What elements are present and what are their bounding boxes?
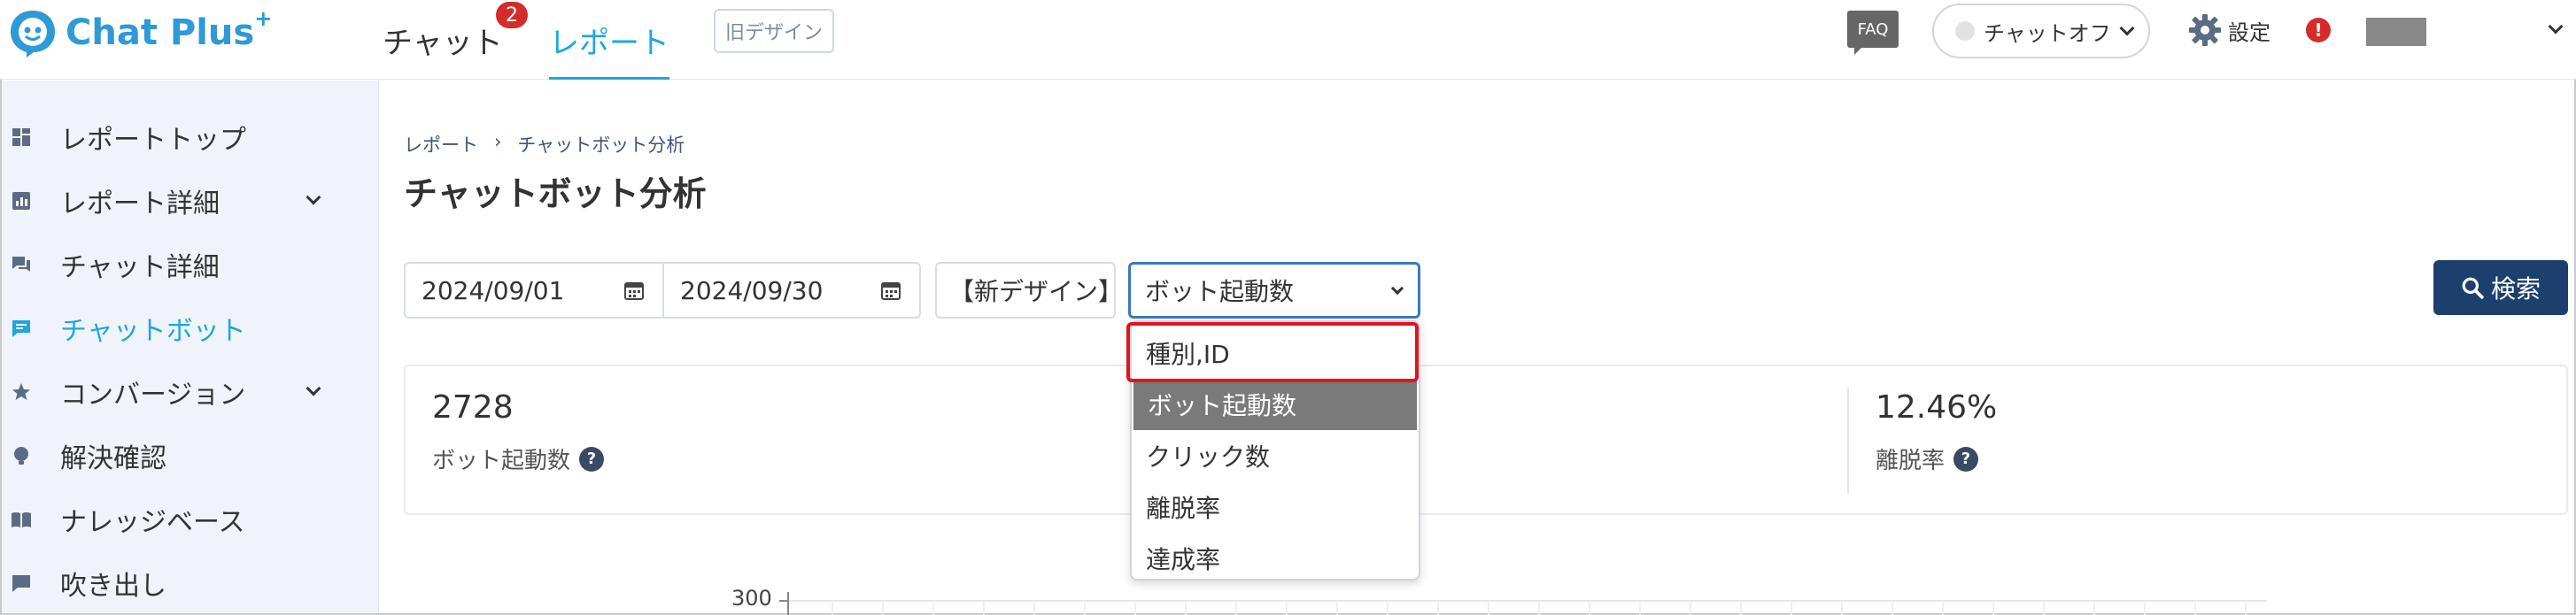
tab-chat[interactable]: チャット — [383, 0, 503, 80]
chat-bubbles-icon — [12, 257, 30, 272]
calendar-icon — [881, 282, 901, 300]
breadcrumb: レポート › チャットボット分析 — [404, 131, 685, 158]
date-to-input[interactable]: 2024/09/30 — [662, 264, 919, 317]
breadcrumb-link-report[interactable]: レポート — [404, 131, 478, 158]
stats-card: 2728 ボット起動数 ? 12.46% 離脱率 ? — [404, 365, 2568, 515]
sidebar-item-label: 吹き出し — [60, 571, 166, 602]
sidebar-item-label: レポート詳細 — [60, 188, 220, 219]
dashboard-icon — [12, 128, 30, 146]
breadcrumb-current: チャットボット分析 — [517, 135, 685, 156]
sidebar-item-report-detail[interactable]: レポート詳細 — [2, 169, 379, 233]
selection-highlight-box — [1126, 322, 1419, 382]
settings-label: 設定 — [2228, 19, 2270, 45]
logo-plus: + — [254, 6, 273, 31]
active-tab-underline — [549, 77, 669, 80]
sidebar-item-speech-bubble[interactable]: 吹き出し — [2, 551, 379, 615]
chevron-down-icon — [1390, 281, 1404, 296]
chatbot-icon — [12, 320, 30, 337]
search-button-label: 検索 — [2490, 274, 2541, 304]
help-icon[interactable]: ? — [1953, 446, 1979, 472]
app-logo[interactable]: Chat Plus + — [7, 6, 273, 58]
alert-icon[interactable]: ! — [2306, 18, 2331, 42]
page-title: チャットボット分析 — [404, 174, 707, 213]
stat-bot-launches-label: ボット起動数 ? — [432, 442, 605, 475]
top-header: Chat Plus + チャット 2 レポート 旧デザイン FAQ チャットオフ — [0, 0, 2576, 80]
chat-notification-badge: 2 — [496, 2, 528, 28]
chatplus-logo-icon — [11, 11, 55, 58]
chat-status-label: チャットオフ — [1984, 20, 2111, 46]
metric-select[interactable]: ボット起動数 — [1128, 262, 1420, 319]
help-icon[interactable]: ? — [579, 446, 605, 472]
star-icon — [12, 383, 30, 400]
sidebar-item-label: 解決確認 — [60, 443, 166, 474]
stat-bot-launches-value: 2728 — [432, 389, 514, 426]
old-design-button[interactable]: 旧デザイン — [714, 9, 834, 53]
logo-text: Chat Plus — [66, 12, 255, 53]
sidebar-item-report-top[interactable]: レポートトップ — [2, 105, 379, 169]
dropdown-option-completion-rate[interactable]: 達成率 — [1132, 533, 1419, 584]
bar-chart-icon — [12, 192, 30, 210]
chevron-down-icon — [306, 381, 321, 396]
sidebar: レポートトップ レポート詳細 チャット詳細 チャットボット コンバージョン 解決… — [2, 81, 379, 613]
stat-exit-rate-label: 離脱率 ? — [1876, 442, 1979, 475]
metric-select-value: ボット起動数 — [1145, 277, 1295, 306]
chat-status-toggle[interactable]: チャットオフ — [1932, 4, 2150, 58]
sidebar-item-label: チャットボット — [60, 316, 246, 347]
dropdown-option-bot-launches[interactable]: ボット起動数 — [1133, 379, 1417, 430]
stat-label-text: 離脱率 — [1876, 448, 1946, 474]
sidebar-item-label: コンバージョン — [60, 380, 246, 411]
gear-icon — [2189, 14, 2221, 46]
dropdown-option-click-count[interactable]: クリック数 — [1132, 430, 1419, 481]
stat-label-text: ボット起動数 — [432, 448, 571, 474]
date-range-picker: 2024/09/01 2024/09/30 — [404, 262, 921, 319]
calendar-icon — [624, 282, 644, 300]
speech-bubble-icon — [12, 575, 30, 592]
search-button[interactable]: 検索 — [2433, 260, 2568, 315]
settings-button[interactable]: 設定 — [2187, 12, 2270, 48]
stat-divider — [1847, 388, 1849, 494]
user-menu-chevron-icon[interactable] — [2548, 19, 2564, 35]
tab-report-label: レポート — [549, 25, 669, 61]
search-icon — [2462, 277, 2484, 299]
sidebar-item-label: チャット詳細 — [60, 252, 220, 283]
stat-exit-rate-value: 12.46% — [1876, 389, 1998, 426]
sidebar-item-chat-detail[interactable]: チャット詳細 — [2, 233, 379, 296]
tab-chat-label: チャット — [383, 25, 503, 61]
sidebar-item-label: レポートトップ — [60, 125, 246, 156]
dropdown-option-exit-rate[interactable]: 離脱率 — [1132, 481, 1419, 533]
user-avatar[interactable] — [2366, 18, 2426, 46]
status-dot-icon — [1955, 21, 1975, 41]
sidebar-item-chatbot[interactable]: チャットボット — [2, 296, 379, 360]
faq-icon[interactable]: FAQ — [1847, 11, 1899, 55]
book-icon — [12, 512, 31, 527]
date-from-value: 2024/09/01 — [422, 275, 565, 305]
sidebar-item-label: ナレッジベース — [60, 507, 245, 538]
lightbulb-icon — [14, 447, 28, 465]
design-select[interactable]: 【新デザイン】 — [935, 262, 1116, 319]
chevron-down-icon — [2119, 20, 2135, 36]
chart-area — [779, 592, 2267, 615]
sidebar-item-knowledge-base[interactable]: ナレッジベース — [2, 488, 379, 551]
tab-report[interactable]: レポート — [549, 0, 669, 80]
chevron-down-icon — [306, 189, 321, 205]
date-from-input[interactable]: 2024/09/01 — [406, 264, 662, 317]
sidebar-item-conversion[interactable]: コンバージョン — [2, 360, 379, 424]
sidebar-item-resolution[interactable]: 解決確認 — [2, 424, 379, 488]
breadcrumb-separator: › — [494, 131, 502, 152]
date-to-value: 2024/09/30 — [680, 275, 824, 305]
